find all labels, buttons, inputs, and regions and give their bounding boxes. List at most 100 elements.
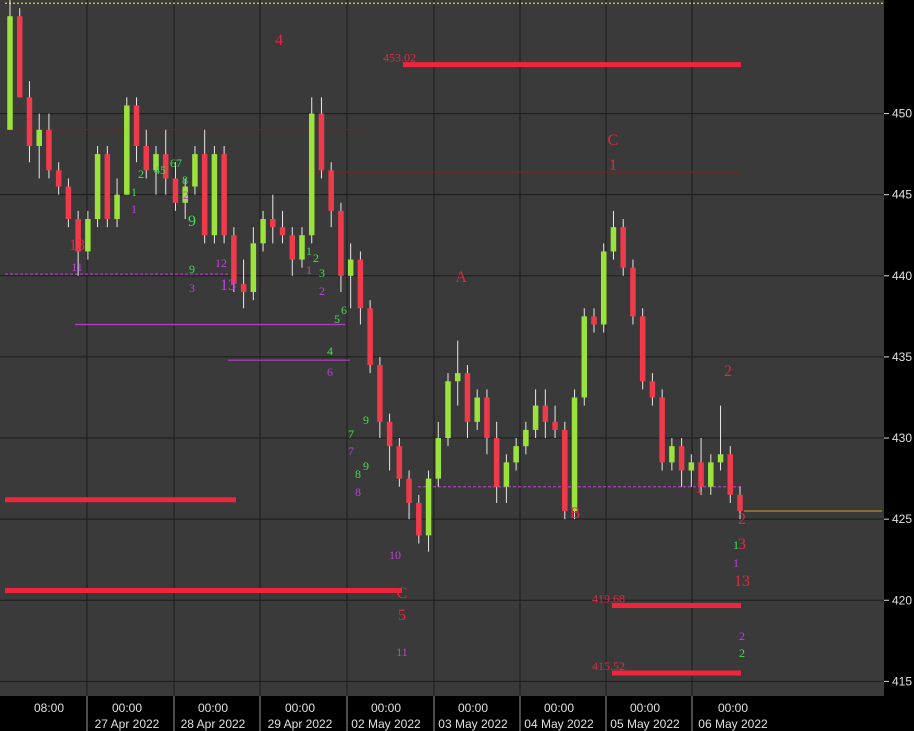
wave-label: 2: [183, 188, 189, 202]
candle[interactable]: [124, 97, 130, 195]
x-tick-time: 00:00: [718, 701, 748, 715]
candle-body-down: [46, 129, 52, 171]
x-tick-time: 00:00: [630, 701, 660, 715]
wave-label: 5: [398, 607, 406, 624]
y-tick-label: 450: [892, 107, 912, 121]
candle-body-up: [610, 227, 617, 252]
candle[interactable]: [562, 421, 568, 520]
level-price-label: 415.52: [592, 659, 625, 673]
candle-body-down: [416, 502, 422, 536]
wave-label: 7: [348, 427, 354, 441]
wave-label: 1: [695, 480, 703, 497]
candle-body-down: [289, 235, 296, 260]
candle[interactable]: [367, 300, 373, 374]
candlestick-chart[interactable]: 4AC12B1C5131323131199312112 45 67821 21 3254…: [0, 0, 914, 731]
x-tick-date: 04 May 2022: [524, 717, 594, 731]
candle[interactable]: [221, 146, 227, 244]
wave-label: 8: [355, 485, 361, 499]
x-tick-date: 02 May 2022: [351, 717, 421, 731]
y-tick-label: 435: [892, 350, 912, 364]
y-tick-label: 445: [892, 188, 912, 202]
candle-body-down: [542, 405, 549, 422]
candle-body-up: [211, 154, 218, 236]
y-tick-label: 425: [892, 512, 912, 526]
candle-body-down: [357, 259, 364, 309]
candle-body-down: [55, 170, 62, 187]
x-tick-time: 00:00: [458, 701, 488, 715]
candle-body-up: [523, 429, 529, 447]
candle[interactable]: [630, 259, 636, 325]
candle-body-down: [406, 478, 412, 503]
candle[interactable]: [727, 446, 734, 503]
wave-label: 1: [131, 185, 137, 199]
candle[interactable]: [571, 389, 578, 520]
wave-label: 3: [738, 536, 746, 553]
candle-body-up: [600, 251, 607, 325]
candle-body-down: [279, 227, 286, 236]
candle-body-down: [484, 397, 490, 439]
candle[interactable]: [581, 308, 588, 406]
wave-label: A: [455, 269, 467, 286]
candle[interactable]: [620, 219, 626, 276]
candle-body-up: [717, 454, 724, 463]
candle-body-down: [562, 429, 568, 512]
candle-body-down: [201, 154, 208, 236]
candle-body-up: [425, 478, 432, 536]
wave-label: 1: [733, 538, 739, 552]
candle[interactable]: [445, 373, 451, 447]
candle-body-down: [552, 421, 558, 430]
candle-body-up: [688, 462, 695, 471]
wave-label: 13: [69, 237, 85, 254]
candle-body-up: [474, 397, 480, 422]
candle[interactable]: [211, 146, 218, 244]
wave-label: 2: [724, 363, 732, 380]
wave-label: 2: [319, 284, 325, 298]
wave-label: 9: [363, 413, 369, 427]
level-price-label: 419.68: [592, 591, 625, 605]
candle-body-up: [299, 235, 305, 260]
x-tick-time: 00:00: [544, 701, 574, 715]
wave-label: 6: [341, 303, 347, 317]
candle[interactable]: [600, 243, 607, 333]
y-tick-label: 440: [892, 269, 912, 283]
x-tick-time: 00:00: [112, 701, 142, 715]
candle-body-up: [435, 438, 442, 479]
candle[interactable]: [659, 389, 665, 471]
wave-label: 9: [189, 262, 195, 276]
candle[interactable]: [308, 97, 315, 244]
candle-body-down: [104, 154, 111, 220]
candle-body-down: [639, 316, 646, 382]
level-price-label: 453.02: [383, 51, 416, 65]
wave-label: 1: [733, 556, 739, 570]
candle-body-down: [727, 454, 734, 495]
candle-body-down: [678, 446, 685, 471]
candle[interactable]: [94, 146, 101, 228]
candle-body-up: [192, 154, 198, 187]
wave-label: 67: [170, 156, 182, 170]
candle[interactable]: [104, 146, 111, 228]
candle[interactable]: [7, 0, 13, 130]
wave-label: 9: [188, 213, 196, 230]
candle-body-down: [221, 154, 227, 236]
x-tick-date: 27 Apr 2022: [95, 717, 160, 731]
wave-label: 12: [215, 256, 227, 270]
wave-label: 8: [182, 173, 188, 187]
candle-body-down: [270, 219, 276, 228]
wave-label: 2: [313, 251, 319, 265]
wave-label: 4: [275, 32, 283, 49]
candle-body-down: [386, 421, 393, 447]
candle-body-down: [737, 494, 743, 512]
candle-body-up: [114, 194, 120, 220]
wave-label: B: [570, 505, 581, 522]
candle-body-up: [85, 219, 91, 252]
candle-body-down: [377, 365, 383, 422]
candle-body-up: [347, 259, 354, 276]
candle-body-up: [260, 219, 266, 244]
candle[interactable]: [639, 308, 646, 390]
x-tick-date: 28 Apr 2022: [181, 717, 246, 731]
candle-body-down: [16, 16, 23, 98]
candle-body-up: [250, 243, 257, 293]
candle[interactable]: [16, 8, 23, 98]
candle-body-up: [513, 446, 519, 463]
wave-label: C: [397, 585, 408, 602]
